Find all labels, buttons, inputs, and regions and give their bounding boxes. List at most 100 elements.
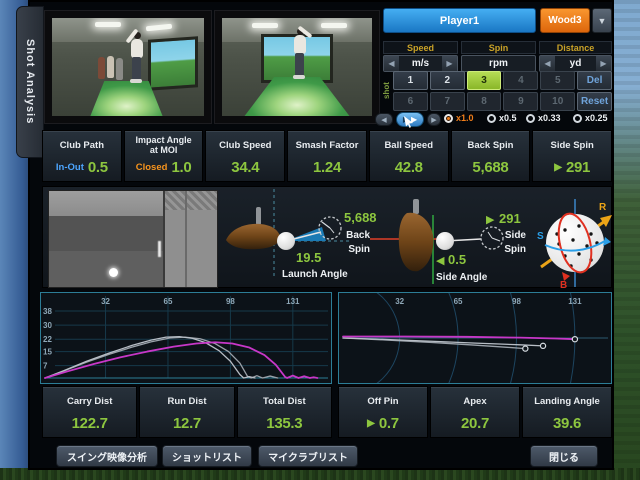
speed-unit-cell: Speed ◀ m/s ▶	[383, 41, 458, 72]
speed-radio-x1[interactable]: x1.0	[444, 113, 474, 123]
speed-radio-x025[interactable]: x0.25	[573, 113, 608, 123]
shot-button-7[interactable]: 7	[430, 92, 465, 111]
spin-axis-ball-diagram: R S B	[535, 196, 613, 290]
stat-prefix: In-Out	[56, 162, 84, 173]
camera-view-front	[44, 10, 212, 124]
shot-button-1[interactable]: 1	[393, 71, 428, 90]
distance-unit-prev-button[interactable]: ◀	[540, 56, 555, 71]
speed-unit-next-button[interactable]: ▶	[442, 56, 457, 71]
radio-icon	[487, 114, 496, 123]
stat-impact-angle: Impact Angleat MOI Closed1.0	[124, 130, 204, 182]
player-name: Player1	[440, 15, 479, 27]
shot-list-button[interactable]: ショットリスト	[162, 445, 252, 467]
my-club-list-button[interactable]: マイクラブリスト	[258, 445, 358, 467]
shot-button-4[interactable]: 4	[503, 71, 538, 90]
camera-2-scene	[222, 18, 372, 116]
stat-off-pin: Off Pin ▶0.7	[338, 386, 428, 438]
shot-button-6[interactable]: 6	[393, 92, 428, 111]
svg-text:22: 22	[43, 335, 52, 344]
left-arrow-icon: ◀	[436, 255, 445, 267]
shot-button-3-selected[interactable]: 3	[467, 71, 502, 90]
distance-unit-label: Distance	[539, 41, 612, 54]
radio-icon	[444, 114, 453, 123]
stat-club-path: Club Path In-Out0.5	[42, 130, 122, 182]
prev-icon: ◀	[381, 116, 386, 124]
tab-shot-analysis[interactable]: Shot Analysis	[16, 6, 44, 158]
shot-button-8[interactable]: 8	[467, 92, 502, 111]
stat-ball-speed: Ball Speed 42.8	[369, 130, 449, 182]
axis-label-s: S	[537, 231, 544, 242]
svg-text:30: 30	[43, 321, 52, 330]
stat-prefix: Closed	[136, 162, 168, 173]
ring-arrowhead-icon	[603, 237, 611, 246]
shot-button-9[interactable]: 9	[503, 92, 538, 111]
playback-next-button[interactable]: ▶	[427, 113, 441, 126]
side-angle-value: 0.5	[448, 252, 466, 267]
club-select-button[interactable]: Wood3	[540, 8, 590, 33]
svg-text:98: 98	[226, 297, 235, 306]
background-course-right	[610, 0, 640, 480]
radio-icon	[573, 114, 582, 123]
trajectory-side-view-chart: 326598131715223038	[40, 292, 332, 384]
reset-shots-button[interactable]: Reset	[577, 92, 612, 111]
stats-row-top: Club Path In-Out0.5 Impact Angleat MOI C…	[42, 130, 612, 182]
stat-back-spin: Back Spin 5,688	[451, 130, 531, 182]
club-dropdown-button[interactable]: ▼	[592, 8, 612, 33]
svg-text:32: 32	[101, 297, 110, 306]
svg-text:Launch Angle: Launch Angle	[282, 269, 348, 280]
launch-angle-value: 19.5	[296, 250, 321, 265]
delete-shot-button[interactable]: Del	[577, 71, 612, 90]
svg-text:Side: Side	[505, 230, 527, 241]
stats-row-bottom-left: Carry Dist 122.7 Run Dist 12.7 Total Dis…	[42, 386, 332, 438]
chevron-down-icon: ▼	[598, 16, 607, 26]
speed-unit-value: m/s	[399, 58, 442, 69]
distance-unit-cell: Distance ◀ yd ▶	[539, 41, 612, 72]
svg-text:131: 131	[568, 297, 582, 306]
driver-side-view	[226, 224, 280, 249]
svg-text:Spin: Spin	[348, 244, 370, 255]
speed-unit-label: Speed	[383, 41, 458, 54]
camera-1-scene	[52, 18, 204, 116]
player-select-button[interactable]: Player1	[383, 8, 536, 33]
stat-club-speed: Club Speed 34.4	[205, 130, 285, 182]
svg-text:7: 7	[43, 362, 48, 371]
distance-unit-next-button[interactable]: ▶	[596, 56, 611, 71]
next-icon: ▶	[431, 116, 436, 124]
shot-button-5[interactable]: 5	[540, 71, 575, 90]
spin-unit-label: Spin	[461, 41, 536, 54]
club-shaft	[413, 199, 419, 214]
golf-ball-3d	[546, 214, 604, 272]
shot-button-2[interactable]: 2	[430, 71, 465, 90]
stat-side-spin: Side Spin ▶291	[532, 130, 612, 182]
playback-prev-button[interactable]: ◀	[375, 113, 393, 126]
back-spin-value: 5,688	[344, 210, 377, 225]
shot-button-10[interactable]: 10	[540, 92, 575, 111]
close-button[interactable]: 閉じる	[530, 445, 598, 467]
shot-grid-label: shot	[382, 70, 391, 112]
stat-apex: Apex 20.7	[430, 386, 520, 438]
svg-text:65: 65	[454, 297, 463, 306]
spin-unit-cell: Spin rpm	[461, 41, 536, 72]
svg-text:15: 15	[43, 348, 52, 357]
swing-video-analysis-button[interactable]: スイング映像分析	[56, 445, 158, 467]
play-button[interactable]: ▶ ▶	[396, 112, 424, 127]
speed-radio-x033[interactable]: x0.33	[526, 113, 561, 123]
tab-label: Shot Analysis	[24, 39, 36, 124]
svg-text:98: 98	[512, 297, 521, 306]
shot-number-grid: 1 2 3 4 5 Del 6 7 8 9 10 Reset	[393, 71, 612, 111]
background-grass	[0, 468, 640, 480]
svg-text:Back: Back	[346, 230, 370, 241]
svg-text:Side Angle: Side Angle	[436, 272, 488, 283]
stat-smash-factor: Smash Factor 1.24	[287, 130, 367, 182]
speed-unit-prev-button[interactable]: ◀	[384, 56, 399, 71]
club-name: Wood3	[548, 15, 581, 26]
svg-text:Spin: Spin	[504, 244, 526, 255]
axis-label-r: R	[599, 202, 607, 213]
speed-radio-x05[interactable]: x0.5	[487, 113, 517, 123]
stat-total-dist: Total Dist 135.3	[237, 386, 332, 438]
right-arrow-icon: ▶	[554, 162, 562, 173]
right-arrow-icon: ▶	[367, 418, 375, 429]
camera-view-rear	[214, 10, 380, 124]
shot-analysis-panel: Shot Analysis	[30, 2, 612, 468]
radio-icon	[526, 114, 535, 123]
